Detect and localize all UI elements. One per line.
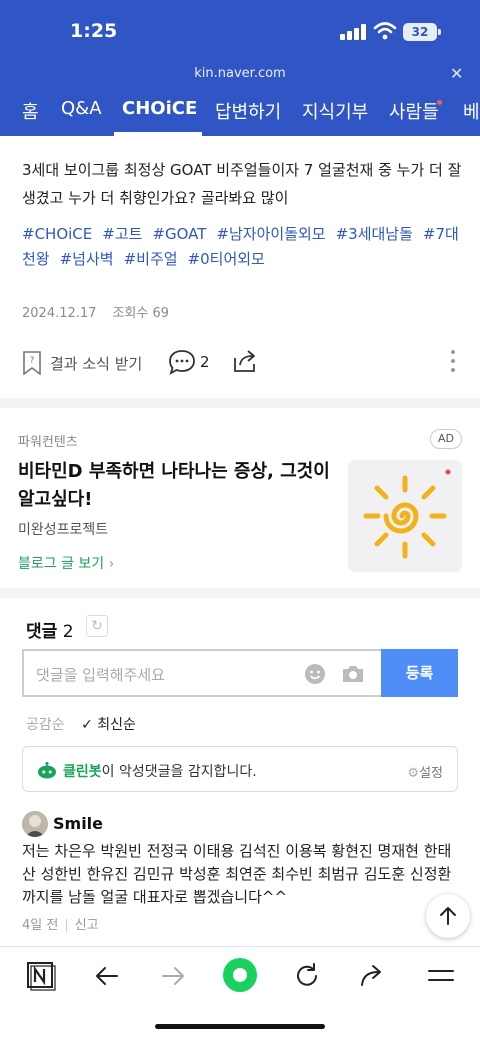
check-icon: ✓ bbox=[81, 717, 93, 733]
wifi-icon bbox=[373, 22, 397, 40]
avatar-image bbox=[22, 811, 48, 837]
hashtag[interactable]: #3세대남돌 bbox=[336, 225, 413, 243]
share-icon[interactable] bbox=[232, 348, 260, 374]
settings-label: 설정 bbox=[419, 766, 443, 781]
hashtag[interactable]: #넘사벽 bbox=[60, 250, 114, 268]
follow-result-label[interactable]: 결과 소식 받기 bbox=[50, 353, 142, 374]
gear-icon: ⚙ bbox=[407, 766, 420, 781]
tab-choice[interactable]: CHOiCE bbox=[122, 98, 197, 119]
clean-bot-notice: 클린봇이 악성댓글을 감지합니다. ⚙설정 bbox=[22, 746, 458, 792]
bookmark-icon[interactable]: ? bbox=[22, 351, 42, 375]
post-views: 조회수 69 bbox=[112, 306, 169, 321]
hashtag[interactable]: #비주얼 bbox=[124, 250, 178, 268]
tab-answer[interactable]: 답변하기 bbox=[215, 98, 281, 124]
scroll-to-top-button[interactable] bbox=[426, 894, 470, 938]
more-icon[interactable] bbox=[450, 350, 456, 376]
camera-icon[interactable] bbox=[341, 664, 365, 684]
refresh-icon[interactable]: ↻ bbox=[86, 615, 108, 637]
report-link[interactable]: 신고 bbox=[75, 918, 99, 933]
separator: | bbox=[64, 918, 69, 933]
tab-home[interactable]: 홈 bbox=[22, 98, 39, 124]
comment-count: 2 bbox=[200, 353, 210, 371]
url-bar[interactable]: kin.naver.com bbox=[0, 66, 480, 81]
avatar[interactable] bbox=[22, 811, 48, 837]
battery-tip bbox=[438, 29, 441, 35]
ad-title[interactable]: 비타민D 부족하면 나타나는 증상, 그것이 알고싶다! bbox=[18, 458, 338, 514]
active-tab-indicator bbox=[114, 132, 202, 136]
signal-icon bbox=[340, 24, 366, 40]
hashtag-list: #CHOiCE #고트 #GOAT #남자아이돌외모 #3세대남돌 #7대천왕 #넘사벽 #비… bbox=[22, 222, 462, 272]
tab-donate[interactable]: 지식기부 bbox=[302, 98, 368, 124]
comment-username[interactable]: Smile bbox=[53, 814, 103, 833]
share-out-icon[interactable] bbox=[358, 961, 388, 991]
battery-icon: 32 bbox=[403, 23, 437, 41]
tab-qna[interactable]: Q&A bbox=[61, 98, 102, 119]
svg-text:?: ? bbox=[30, 356, 35, 366]
clean-bot-icon bbox=[38, 761, 56, 779]
tab-more[interactable]: 베 bbox=[463, 98, 480, 124]
comment-input[interactable]: 댓글을 입력해주세요 bbox=[22, 649, 382, 697]
sun-illustration bbox=[348, 460, 462, 572]
section-divider bbox=[0, 398, 480, 408]
naver-icon[interactable] bbox=[26, 961, 56, 991]
ad-badge[interactable]: AD bbox=[430, 429, 462, 449]
hashtag[interactable]: #고트 bbox=[102, 225, 142, 243]
clean-bot-settings[interactable]: ⚙설정 bbox=[407, 762, 443, 781]
clean-bot-message: 클린봇이 악성댓글을 감지합니다. bbox=[63, 761, 257, 781]
comment-meta: 4일 전 | 신고 bbox=[22, 914, 99, 933]
post-title: 3세대 보이그룹 최정상 GOAT 비주얼들이자 7 얼굴천재 중 누가 더 잘… bbox=[22, 161, 462, 207]
home-indicator bbox=[155, 1024, 325, 1029]
ad-sponsor: 미완성프로젝트 bbox=[18, 522, 109, 538]
ad-link-label: 블로그 글 보기 bbox=[18, 556, 105, 572]
ad-thumbnail[interactable] bbox=[348, 460, 462, 572]
green-dot-icon[interactable] bbox=[222, 957, 258, 993]
hashtag[interactable]: #0티어외모 bbox=[188, 250, 265, 268]
comments-header: 댓글 2 bbox=[26, 617, 74, 642]
comment-time: 4일 전 bbox=[22, 918, 59, 933]
forward-icon[interactable] bbox=[158, 961, 188, 991]
comments-title: 댓글 bbox=[26, 622, 58, 642]
comment-icon[interactable] bbox=[168, 349, 196, 375]
hashtag[interactable]: #남자아이돌외모 bbox=[216, 225, 325, 243]
close-icon[interactable]: ✕ bbox=[450, 64, 463, 83]
smile-icon[interactable] bbox=[304, 663, 326, 685]
post-date: 2024.12.17 bbox=[22, 306, 97, 321]
section-divider bbox=[0, 588, 480, 598]
arrow-up-icon bbox=[440, 907, 456, 925]
new-badge-dot bbox=[437, 100, 442, 105]
tab-people[interactable]: 사람들 bbox=[389, 98, 439, 124]
hashtag[interactable]: #CHOiCE bbox=[22, 225, 92, 243]
comment-text: 저는 차은우 박원빈 전정국 이태용 김석진 이용복 황현진 명재현 한태산 성… bbox=[22, 842, 452, 906]
sort-latest[interactable]: 최신순 bbox=[97, 717, 136, 733]
chevron-right-icon: › bbox=[108, 556, 115, 572]
comments-count: 2 bbox=[62, 622, 74, 642]
ad-blog-link[interactable]: 블로그 글 보기 › bbox=[18, 553, 114, 573]
clean-bot-text: 이 악성댓글을 감지합니다. bbox=[101, 764, 257, 780]
reload-icon[interactable] bbox=[292, 961, 322, 991]
post-meta: 2024.12.17 조회수 69 bbox=[22, 302, 185, 321]
clean-bot-name[interactable]: 클린봇 bbox=[63, 764, 102, 780]
hashtag[interactable]: #GOAT bbox=[152, 225, 206, 243]
status-time: 1:25 bbox=[70, 20, 118, 42]
menu-icon[interactable] bbox=[426, 961, 456, 991]
ad-section-label: 파워컨텐츠 bbox=[18, 435, 78, 450]
top-header: 1:25 32 kin.naver.com ✕ bbox=[0, 0, 480, 88]
nav-tabs: 홈 Q&A CHOiCE 답변하기 지식기부 사람들 베 bbox=[0, 88, 480, 136]
back-icon[interactable] bbox=[92, 961, 122, 991]
post-actions: ? 결과 소식 받기 2 bbox=[0, 343, 480, 383]
sort-popular[interactable]: 공감순 bbox=[26, 717, 65, 733]
comment-sort: 공감순 ✓ 최신순 bbox=[26, 714, 136, 734]
submit-comment-button[interactable]: 등록 bbox=[381, 649, 458, 697]
